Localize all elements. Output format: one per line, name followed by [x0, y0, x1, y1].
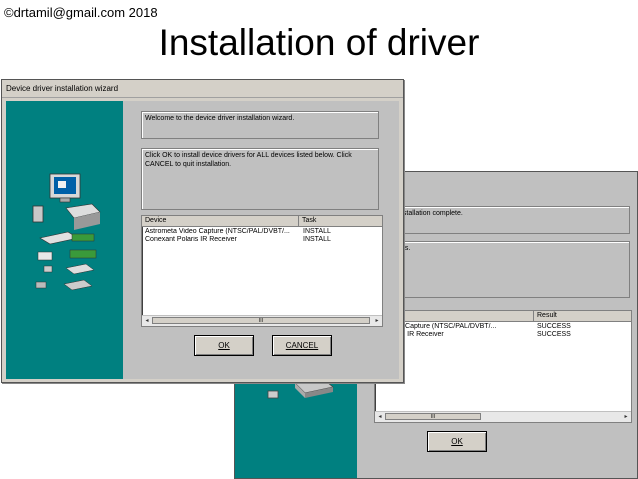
scroll-right-icon[interactable]: ▸ — [372, 316, 382, 326]
hardware-illustration — [30, 172, 105, 312]
cancel-button[interactable]: CANCEL — [272, 335, 332, 356]
scroll-left-icon[interactable]: ◂ — [375, 412, 385, 422]
instructions-box: Click OK to install device drivers for A… — [141, 148, 379, 210]
ok-button-label: OK — [218, 341, 230, 350]
row-task: INSTALL — [303, 228, 331, 235]
cancel-button-label: CANCEL — [285, 341, 319, 350]
scroll-left-icon[interactable]: ◂ — [142, 316, 152, 326]
welcome-text: Welcome to the device driver installatio… — [145, 115, 295, 122]
ok-button-label: OK — [451, 437, 463, 446]
results-label-box: on results. — [374, 241, 630, 298]
row-device: Conexant Polaris IR Receiver — [145, 236, 237, 243]
row-device: Astrometa Video Capture (NTSC/PAL/DVBT/.… — [145, 228, 290, 235]
scroll-thumb[interactable]: III — [152, 317, 370, 324]
ok-button[interactable]: OK — [194, 335, 254, 356]
instructions-text: Click OK to install device drivers for A… — [145, 152, 352, 168]
row-task: INSTALL — [303, 236, 331, 243]
scroll-right-icon[interactable]: ▸ — [621, 412, 631, 422]
results-list-header: Result — [375, 311, 631, 322]
ok-button[interactable]: OK — [427, 431, 487, 452]
row-result: SUCCESS — [537, 331, 571, 338]
horizontal-scrollbar[interactable]: ◂ III ▸ — [142, 315, 382, 326]
column-header-result[interactable]: Result — [534, 311, 631, 321]
device-list-header: Device Task — [142, 216, 382, 227]
welcome-box: Welcome to the device driver installatio… — [141, 111, 379, 139]
horizontal-scrollbar[interactable]: ◂ III ▸ — [375, 411, 631, 422]
column-header-device[interactable]: Device — [142, 216, 299, 226]
wizard-title-bar: Device driver installation wizard — [2, 80, 403, 98]
slide-title: Installation of driver — [158, 22, 480, 63]
wizard-content-panel: Welcome to the device driver installatio… — [123, 101, 399, 379]
table-row[interactable]: Astrometa Video Capture (NTSC/PAL/DVBT/.… — [142, 228, 382, 236]
table-row[interactable]: nt Polaris IR Receiver SUCCESS — [375, 331, 631, 339]
table-row[interactable]: Conexant Polaris IR Receiver INSTALL — [142, 236, 382, 244]
results-list[interactable]: Result ita Video Capture (NTSC/PAL/DVBT/… — [374, 310, 632, 423]
installation-wizard-dialog: Device driver installation wizard Welcom… — [1, 79, 404, 383]
copyright-text: ©drtamil@gmail.com 2018 — [4, 5, 158, 20]
table-row[interactable]: ita Video Capture (NTSC/PAL/DVBT/... SUC… — [375, 323, 631, 331]
device-list[interactable]: Device Task Astrometa Video Capture (NTS… — [141, 215, 383, 327]
column-header-task[interactable]: Task — [299, 216, 382, 226]
scroll-thumb[interactable]: III — [385, 413, 481, 420]
completion-status-box: driver installation complete. — [374, 206, 630, 234]
row-result: SUCCESS — [537, 323, 571, 330]
